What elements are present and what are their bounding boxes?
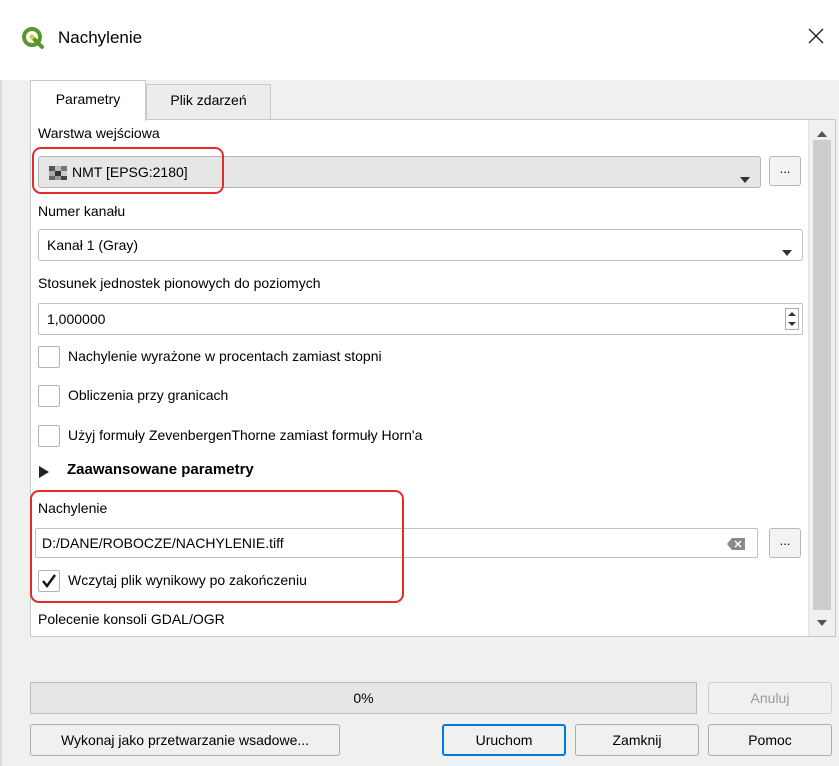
window-left-edge [0,80,2,766]
close-button[interactable]: Zamknij [575,724,699,756]
checkbox-box[interactable] [38,570,60,592]
checkbox-load-output[interactable]: Wczytaj plik wynikowy po zakończeniu [38,569,438,595]
checkbox-zevenbergen[interactable]: Użyj formuły ZevenbergenThorne zamiast f… [38,424,638,450]
checkbox-percent[interactable]: Nachylenie wyrażone w procentach zamiast… [38,345,638,371]
band-value: Kanał 1 (Gray) [47,237,139,253]
checkbox-label: Obliczenia przy granicach [68,387,229,403]
checkbox-box[interactable] [38,425,60,447]
scale-label: Stosunek jednostek pionowych do poziomyc… [38,275,321,291]
progress-text: 0% [353,690,374,706]
band-label: Numer kanału [38,203,126,219]
output-path-value: D:/DANE/ROBOCZE/NACHYLENIE.tiff [42,535,284,551]
output-path-field[interactable]: D:/DANE/ROBOCZE/NACHYLENIE.tiff [35,528,758,558]
tab-label: Parametry [55,91,121,107]
cancel-button[interactable]: Anuluj [708,682,832,714]
progress-bar: 0% [30,682,697,714]
checkbox-label: Wczytaj plik wynikowy po zakończeniu [68,572,307,588]
band-combo[interactable]: Kanał 1 (Gray) [38,229,803,261]
checkmark-icon [42,574,56,588]
qgis-icon [22,27,44,49]
scrollbar-thumb[interactable] [813,140,831,610]
advanced-parameters-label: Zaawansowane parametry [67,461,254,478]
help-button[interactable]: Pomoc [708,724,832,756]
run-button[interactable]: Uruchom [442,724,566,756]
scale-spinbox[interactable]: 1,000000 [38,303,803,335]
parameters-panel: Warstwa wejściowa NMT [EPSG:2180] ... Nu… [30,119,836,637]
raster-layer-icon [49,166,67,184]
clear-icon[interactable] [727,537,745,554]
checkbox-label: Nachylenie wyrażone w procentach zamiast… [68,348,382,364]
triangle-right-icon [39,465,49,482]
input-layer-combo[interactable]: NMT [EPSG:2180] [38,156,761,188]
batch-process-button[interactable]: Wykonaj jako przetwarzanie wsadowe... [30,724,340,756]
scale-value: 1,000000 [47,311,106,327]
output-browse-button[interactable]: ... [769,528,801,558]
tab-label: Plik zdarzeń [170,92,247,108]
vertical-scrollbar[interactable] [808,120,835,636]
advanced-parameters-toggle[interactable]: Zaawansowane parametry [39,460,339,484]
close-icon [808,28,824,44]
output-label: Nachylenie [38,500,108,516]
scroll-up-icon[interactable] [817,124,827,141]
window-title: Nachylenie [58,28,143,47]
input-layer-value: NMT [EPSG:2180] [72,164,188,180]
spin-arrows-icon[interactable] [785,308,799,330]
chevron-down-icon [782,243,792,260]
scroll-down-icon[interactable] [817,613,827,630]
close-window-button[interactable] [793,14,839,60]
parameters-scroll-area: Warstwa wejściowa NMT [EPSG:2180] ... Nu… [31,120,807,636]
title-bar: Nachylenie [0,0,839,80]
chevron-down-icon [740,170,750,187]
checkbox-box[interactable] [38,385,60,407]
tab-parametry[interactable]: Parametry [30,80,146,121]
input-layer-label: Warstwa wejściowa [38,125,160,141]
gdal-console-label: Polecenie konsoli GDAL/OGR [38,611,225,627]
checkbox-label: Użyj formuły ZevenbergenThorne zamiast f… [68,427,423,443]
tab-plik-zdarzen[interactable]: Plik zdarzeń [146,84,271,120]
checkbox-edges[interactable]: Obliczenia przy granicach [38,384,638,410]
input-layer-browse-button[interactable]: ... [769,156,801,186]
checkbox-box[interactable] [38,346,60,368]
